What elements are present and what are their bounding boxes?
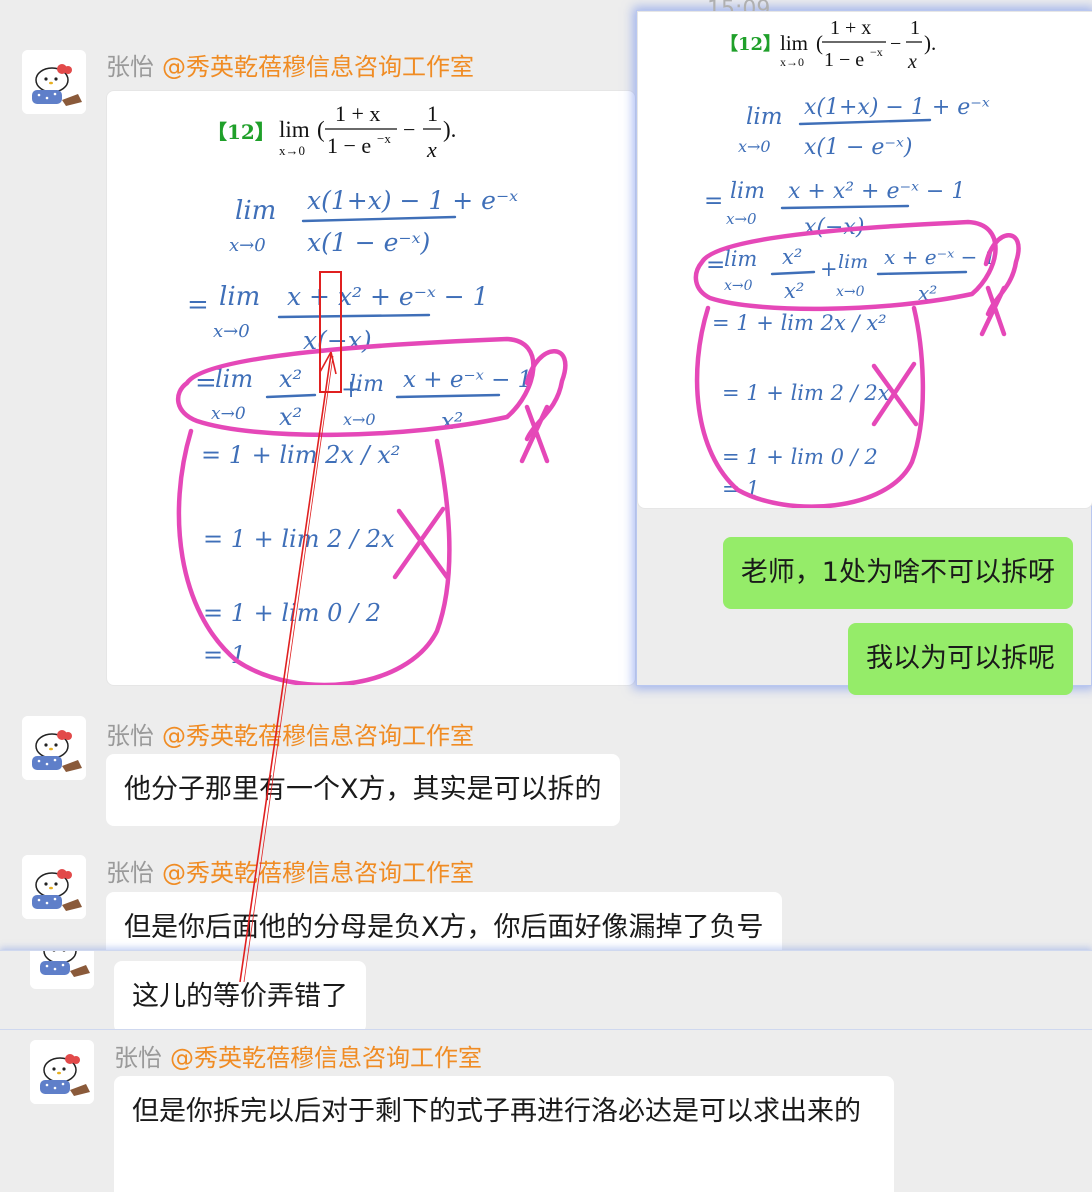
- hw-line3-a-num: x²: [279, 365, 302, 393]
- hw-line1-num: x(1+x) − 1 + e⁻ˣ: [307, 186, 518, 215]
- problem-den2-zoom: x: [907, 51, 917, 73]
- problem-den1-exp-zoom: −x: [870, 45, 883, 59]
- chat-section-bottom: 张怡 @秀英乾蓓穆信息咨询工作室 但是你拆完以后对于剩下的式子再进行洛必达是可以求…: [0, 1030, 1092, 1192]
- message-bubble[interactable]: 但是你后面他的分母是负X方，你后面好像漏掉了负号: [106, 892, 782, 950]
- problem-lim-zoom: lim: [780, 31, 808, 55]
- hw-line5-zoom: = 1 + lim 2 / 2x: [722, 381, 890, 405]
- message-bubble[interactable]: 但是你拆完以后对于剩下的式子再进行洛必达是可以求出来的: [114, 1076, 894, 1192]
- sender-tag: @秀英乾蓓穆信息咨询工作室: [162, 859, 474, 887]
- hw-lim-1-zoom: lim: [746, 104, 783, 130]
- hello-kitty-avatar-icon: [22, 50, 86, 114]
- hw-eq-2-zoom: =: [704, 188, 723, 214]
- hw-sub-3: x→0: [211, 404, 246, 424]
- hw-sub-1-zoom: x→0: [738, 137, 771, 156]
- sender-name: 张怡: [106, 722, 154, 750]
- problem-den1-exp: −x: [377, 131, 391, 146]
- sender-avatar[interactable]: [22, 716, 86, 780]
- homework-drawing-zoom: 【12】 lim x→0 ( 1 + x 1 − e −x − 1 x ). l…: [693, 17, 1021, 508]
- pink-cross: [392, 506, 450, 580]
- svg-text:+: +: [820, 257, 838, 281]
- sender-label: 张怡 @秀英乾蓓穆信息咨询工作室: [106, 716, 474, 751]
- sender-name: 张怡: [106, 859, 154, 887]
- hw-line1-num-zoom: x(1+x) − 1 + e⁻ˣ: [804, 95, 990, 120]
- quoted-screenshot-popup: 15:09 【12】 lim x→0 ( 1 + x 1 − e −x − 1 …: [636, 0, 1092, 695]
- hw-sub-1: x→0: [229, 235, 266, 256]
- problem-num1: 1 + x: [335, 101, 380, 126]
- hw-lim-3b: lim: [349, 372, 384, 397]
- hw-line4: = 1 + lim 2x / x²: [201, 441, 400, 469]
- hw-sub-2: x→0: [213, 321, 250, 342]
- hw-sub-3-zoom: x→0: [724, 278, 753, 294]
- hw-line1-den: x(1 − e⁻ˣ): [307, 228, 430, 257]
- hw-sub-3b: x→0: [343, 410, 376, 429]
- problem-sub-zoom: x→0: [780, 55, 804, 69]
- sender-tag: @秀英乾蓓穆信息咨询工作室: [162, 53, 474, 81]
- sender-tag: @秀英乾蓓穆信息咨询工作室: [162, 722, 474, 750]
- sender-avatar[interactable]: [30, 951, 94, 989]
- problem-lim: lim: [279, 117, 310, 142]
- problem-num1-zoom: 1 + x: [830, 17, 871, 39]
- problem-sub: x→0: [279, 143, 305, 158]
- chat-section-top: 张怡 @秀英乾蓓穆信息咨询工作室 【12】 lim x→0 ( 1 + x 1 −…: [0, 0, 1092, 950]
- svg-text:(: (: [317, 117, 325, 142]
- sender-label: 张怡 @秀英乾蓓穆信息咨询工作室: [106, 47, 474, 82]
- sender-avatar[interactable]: [22, 50, 86, 114]
- hw-line3-b-den: x²: [441, 409, 463, 435]
- problem-number: 【12】: [207, 120, 275, 144]
- hello-kitty-avatar-icon: [22, 855, 86, 919]
- hw-line3-b-num: x + e⁻ˣ − 1: [403, 367, 532, 393]
- hw-line6-zoom: = 1 + lim 0 / 2: [722, 445, 878, 469]
- hw-line3-b-num-zoom: x + e⁻ˣ − 1: [884, 245, 996, 269]
- hw-lim-2: lim: [219, 282, 260, 312]
- hello-kitty-avatar-icon: [30, 951, 94, 985]
- problem-den1: 1 − e: [327, 133, 371, 158]
- problem-number-zoom: 【12】: [720, 34, 781, 55]
- problem-den1-zoom: 1 − e: [824, 49, 864, 71]
- homework-image-zoom[interactable]: 【12】 lim x→0 ( 1 + x 1 − e −x − 1 x ). l…: [637, 11, 1092, 509]
- hw-lim-1: lim: [235, 196, 276, 226]
- my-message-bubble[interactable]: 我以为可以拆呢: [848, 623, 1073, 695]
- chat-section-mid: 这儿的等价弄错了: [0, 950, 1092, 1030]
- sender-tag: @秀英乾蓓穆信息咨询工作室: [170, 1044, 482, 1072]
- hw-lim-3-zoom: lim: [724, 247, 757, 271]
- sender-avatar[interactable]: [22, 855, 86, 919]
- problem-close-zoom: ).: [924, 31, 936, 55]
- problem-minus-zoom: −: [890, 33, 901, 55]
- sender-avatar[interactable]: [30, 1040, 94, 1104]
- hw-line4-zoom: = 1 + lim 2x / x²: [712, 311, 887, 335]
- hw-lim-3b-zoom: lim: [838, 251, 868, 273]
- problem-den2: x: [426, 137, 437, 162]
- hw-line2-num-zoom: x + x² + e⁻ˣ − 1: [788, 179, 965, 204]
- hw-lim-2-zoom: lim: [730, 179, 765, 204]
- message-bubble[interactable]: 他分子那里有一个X方，其实是可以拆的: [106, 754, 620, 826]
- hw-sub-2-zoom: x→0: [726, 210, 757, 228]
- problem-num2: 1: [427, 101, 438, 126]
- hello-kitty-avatar-icon: [30, 1040, 94, 1104]
- svg-text:(: (: [816, 31, 823, 55]
- hw-line5: = 1 + lim 2 / 2x: [203, 525, 395, 553]
- my-message-bubble[interactable]: 老师，1处为啥不可以拆呀: [722, 537, 1073, 609]
- hw-line3-a-den: x²: [279, 403, 302, 431]
- hw-line6: = 1 + lim 0 / 2: [203, 599, 381, 627]
- hw-eq-2: =: [187, 290, 209, 320]
- hw-line1-den-zoom: x(1 − e⁻ˣ): [804, 135, 912, 160]
- hello-kitty-avatar-icon: [22, 716, 86, 780]
- hw-lim-3: lim: [215, 365, 253, 393]
- problem-num2-zoom: 1: [910, 17, 920, 39]
- sender-name: 张怡: [114, 1044, 162, 1072]
- sender-name: 张怡: [106, 53, 154, 81]
- sender-label: 张怡 @秀英乾蓓穆信息咨询工作室: [114, 1038, 482, 1073]
- hw-line2-num: x + x² + e⁻ˣ − 1: [287, 282, 489, 311]
- problem-close: ).: [443, 117, 456, 142]
- homework-image[interactable]: 【12】 lim x→0 ( 1 + x 1 − e −x − 1 x ). l…: [106, 90, 636, 686]
- hw-line3-a-num-zoom: x²: [782, 245, 802, 269]
- sender-label: 张怡 @秀英乾蓓穆信息咨询工作室: [106, 853, 474, 888]
- hw-line3-a-den-zoom: x²: [784, 279, 804, 303]
- homework-drawing: 【12】 lim x→0 ( 1 + x 1 − e −x − 1 x ). l…: [175, 101, 568, 685]
- problem-minus: −: [403, 117, 415, 142]
- message-bubble[interactable]: 这儿的等价弄错了: [114, 961, 366, 1029]
- hw-sub-3b-zoom: x→0: [836, 284, 865, 300]
